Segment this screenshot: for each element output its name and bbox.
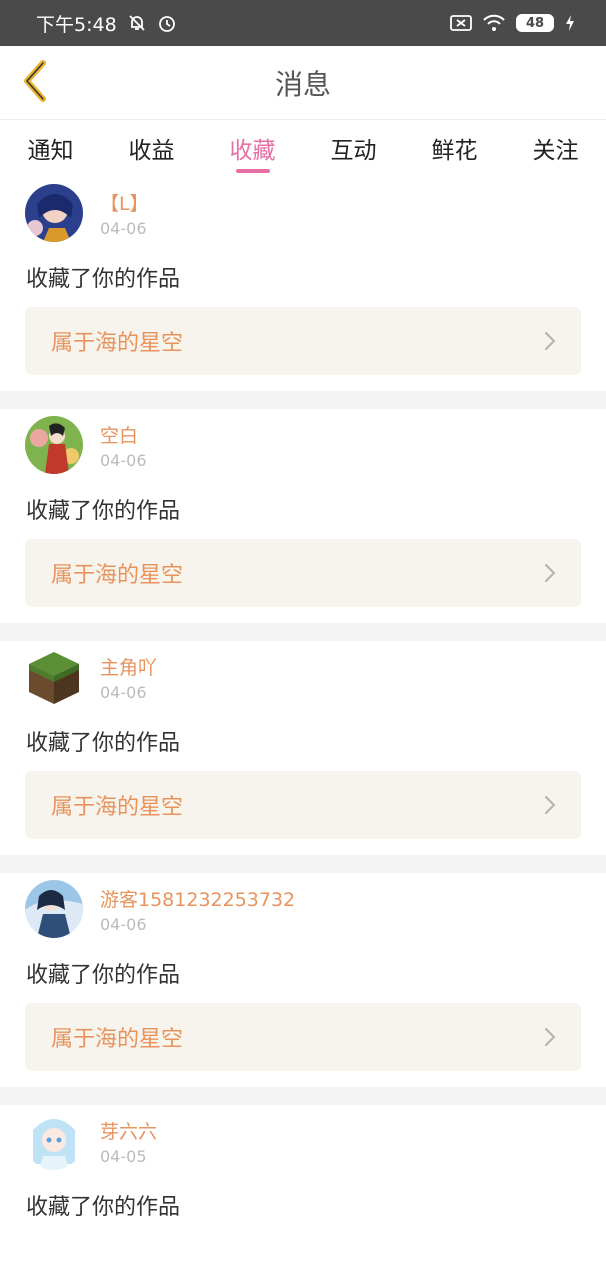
- chevron-left-icon: [19, 59, 49, 107]
- avatar[interactable]: [25, 648, 83, 706]
- action-text: 收藏了你的作品: [26, 1195, 181, 1220]
- page-title: 消息: [274, 67, 331, 101]
- avatar[interactable]: [25, 184, 83, 242]
- chevron-right-icon: [543, 562, 557, 584]
- avatar[interactable]: [25, 1112, 83, 1170]
- divider: [0, 1087, 606, 1105]
- tab-flowers[interactable]: 鲜花: [404, 131, 505, 177]
- chevron-right-icon: [543, 330, 557, 352]
- action-text: 收藏了你的作品: [26, 963, 181, 988]
- divider: [0, 391, 606, 409]
- list-item: 主角吖 04-06 收藏了你的作品 属于海的星空: [0, 641, 606, 855]
- username[interactable]: 芽六六: [100, 1117, 157, 1144]
- work-link[interactable]: 属于海的星空: [25, 539, 581, 607]
- wifi-icon: [482, 14, 506, 32]
- action-text: 收藏了你的作品: [26, 731, 181, 756]
- date: 04-06: [100, 451, 147, 470]
- message-feed: 【L】 04-06 收藏了你的作品 属于海的星空 空白 04-06 收藏了你的作…: [0, 177, 606, 1280]
- work-link[interactable]: 属于海的星空: [25, 307, 581, 375]
- battery-indicator: 48: [516, 14, 554, 32]
- divider: [0, 855, 606, 873]
- divider: [0, 623, 606, 641]
- action-text: 收藏了你的作品: [26, 267, 181, 292]
- username[interactable]: 空白: [100, 421, 138, 448]
- tab-interactions[interactable]: 互动: [303, 131, 404, 177]
- work-title: 属于海的星空: [51, 1027, 184, 1052]
- date: 04-05: [100, 1147, 147, 1166]
- date: 04-06: [100, 219, 147, 238]
- status-bar: 下午5:48 48: [0, 0, 606, 46]
- work-link[interactable]: 属于海的星空: [25, 1003, 581, 1071]
- avatar[interactable]: [25, 880, 83, 938]
- username[interactable]: 【L】: [100, 189, 149, 216]
- tab-bar: 通知 收益 收藏 互动 鲜花 关注: [0, 121, 606, 177]
- username[interactable]: 主角吖: [100, 653, 157, 680]
- work-title: 属于海的星空: [51, 331, 184, 356]
- date: 04-06: [100, 915, 147, 934]
- tab-favorites[interactable]: 收藏: [202, 131, 303, 177]
- list-item: 芽六六 04-05 收藏了你的作品: [0, 1105, 606, 1280]
- mute-bell-icon: [127, 13, 147, 33]
- back-button[interactable]: [14, 60, 54, 106]
- work-link[interactable]: 属于海的星空: [25, 771, 581, 839]
- chevron-right-icon: [543, 1026, 557, 1048]
- sim-off-icon: [450, 14, 472, 32]
- tab-earnings[interactable]: 收益: [101, 131, 202, 177]
- chevron-right-icon: [543, 794, 557, 816]
- list-item: 【L】 04-06 收藏了你的作品 属于海的星空: [0, 177, 606, 391]
- action-text: 收藏了你的作品: [26, 499, 181, 524]
- username[interactable]: 游客1581232253732: [100, 885, 295, 912]
- work-title: 属于海的星空: [51, 795, 184, 820]
- date: 04-06: [100, 683, 147, 702]
- list-item: 空白 04-06 收藏了你的作品 属于海的星空: [0, 409, 606, 623]
- status-time: 下午5:48: [36, 13, 117, 36]
- work-title: 属于海的星空: [51, 563, 184, 588]
- list-item: 游客1581232253732 04-06 收藏了你的作品 属于海的星空: [0, 873, 606, 1087]
- tab-notifications[interactable]: 通知: [0, 131, 101, 177]
- alarm-icon: [157, 13, 177, 33]
- tab-follows[interactable]: 关注: [505, 131, 606, 177]
- header: 消息: [0, 46, 606, 120]
- avatar[interactable]: [25, 416, 83, 474]
- charging-icon: [564, 14, 576, 32]
